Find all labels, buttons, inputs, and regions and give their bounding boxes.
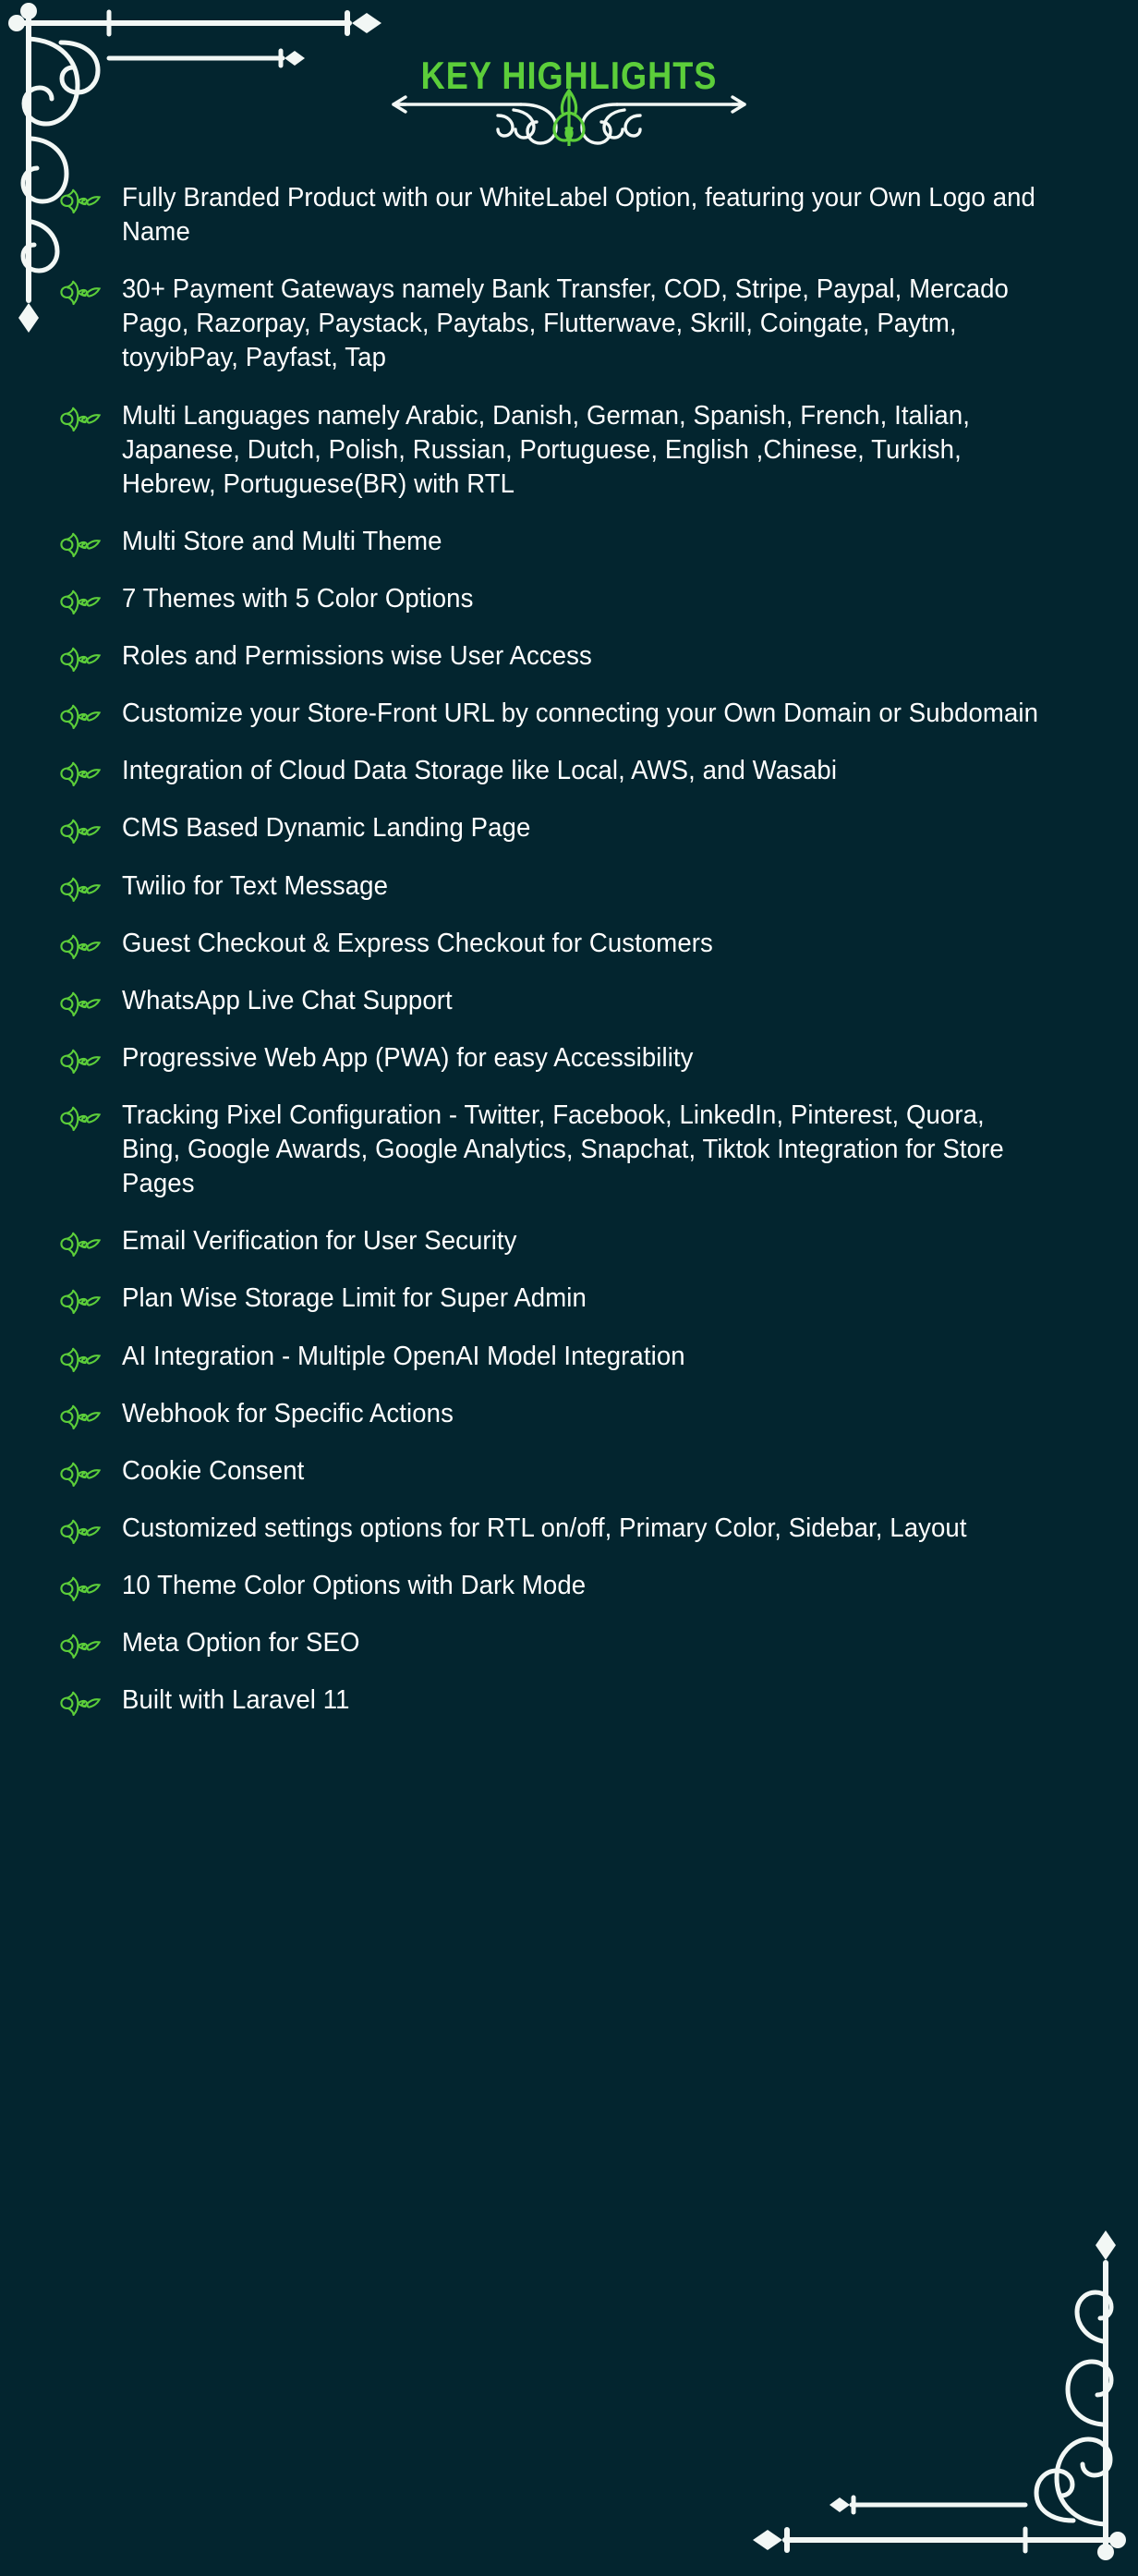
list-item: Built with Laravel 11: [0, 1683, 1138, 1718]
ornamental-flourish-bullet-icon: [59, 760, 102, 788]
ornamental-flourish-bullet-icon: [59, 876, 102, 904]
list-item-label: Customized settings options for RTL on/o…: [122, 1513, 967, 1543]
list-item-label: Guest Checkout & Express Checkout for Cu…: [122, 928, 713, 958]
list-item-label: Built with Laravel 11: [122, 1685, 350, 1716]
ornamental-flourish-bullet-icon: [59, 933, 102, 961]
list-item: 7 Themes with 5 Color Options: [0, 582, 1138, 616]
list-item: 30+ Payment Gateways namely Bank Transfe…: [0, 273, 1138, 375]
list-item: Guest Checkout & Express Checkout for Cu…: [0, 927, 1138, 961]
list-item: CMS Based Dynamic Landing Page: [0, 811, 1138, 845]
list-item: Customize your Store-Front URL by connec…: [0, 697, 1138, 731]
slide-header: KEY HIGHLIGHTS: [0, 0, 1138, 176]
list-item: Integration of Cloud Data Storage like L…: [0, 754, 1138, 788]
list-item: Meta Option for SEO: [0, 1626, 1138, 1660]
list-item-label: Customize your Store-Front URL by connec…: [122, 699, 1039, 729]
list-item-label: 7 Themes with 5 Color Options: [122, 583, 474, 614]
list-item-label: Multi Languages namely Arabic, Danish, G…: [122, 400, 970, 499]
ornamental-flourish-bullet-icon: [59, 703, 102, 731]
list-item-label: Roles and Permissions wise User Access: [122, 641, 592, 672]
list-item-label: Multi Store and Multi Theme: [122, 526, 442, 556]
list-item-label: Meta Option for SEO: [122, 1628, 360, 1659]
ornamental-flourish-bullet-icon: [59, 1690, 102, 1718]
list-item-label: Twilio for Text Message: [122, 870, 389, 901]
list-item: Plan Wise Storage Limit for Super Admin: [0, 1282, 1138, 1316]
list-item: Webhook for Specific Actions: [0, 1397, 1138, 1431]
ornamental-flourish-bullet-icon: [59, 1633, 102, 1660]
ornamental-flourish-bullet-icon: [59, 279, 102, 307]
ornamental-flourish-bullet-icon: [59, 818, 102, 845]
list-item-label: Email Verification for User Security: [122, 1226, 517, 1257]
list-item-label: AI Integration - Multiple OpenAI Model I…: [122, 1341, 685, 1371]
list-item-label: Integration of Cloud Data Storage like L…: [122, 756, 838, 786]
ornamental-fleur-divider-icon: [375, 85, 763, 148]
ornamental-flourish-bullet-icon: [59, 1105, 102, 1133]
highlights-list: Fully Branded Product with our WhiteLabe…: [0, 181, 1138, 1741]
ornamental-flourish-bullet-icon: [59, 1518, 102, 1546]
list-item: WhatsApp Live Chat Support: [0, 984, 1138, 1018]
ornamental-flourish-bullet-icon: [59, 646, 102, 674]
list-item: Customized settings options for RTL on/o…: [0, 1512, 1138, 1546]
list-item: Roles and Permissions wise User Access: [0, 639, 1138, 674]
ornamental-flourish-bullet-icon: [59, 1403, 102, 1431]
ornamental-flourish-bullet-icon: [59, 990, 102, 1018]
list-item-label: 10 Theme Color Options with Dark Mode: [122, 1570, 587, 1600]
list-item-label: Plan Wise Storage Limit for Super Admin: [122, 1283, 587, 1314]
ornamental-flourish-bullet-icon: [59, 1461, 102, 1488]
list-item: Progressive Web App (PWA) for easy Acces…: [0, 1041, 1138, 1075]
ornamental-flourish-bullet-icon: [59, 1346, 102, 1374]
ornamental-flourish-bullet-icon: [59, 406, 102, 433]
ornamental-flourish-bullet-icon: [59, 1288, 102, 1316]
list-item-label: WhatsApp Live Chat Support: [122, 985, 453, 1015]
ornamental-flourish-bullet-icon: [59, 1231, 102, 1258]
list-item: 10 Theme Color Options with Dark Mode: [0, 1569, 1138, 1603]
ornamental-flourish-bullet-icon: [59, 589, 102, 616]
key-highlights-slide: KEY HIGHLIGHTS Fully Branded Product wit…: [0, 0, 1138, 2576]
list-item: AI Integration - Multiple OpenAI Model I…: [0, 1340, 1138, 1374]
ornamental-flourish-bullet-icon: [59, 1048, 102, 1075]
list-item: Twilio for Text Message: [0, 869, 1138, 904]
list-item: Fully Branded Product with our WhiteLabe…: [0, 181, 1138, 249]
list-item: Tracking Pixel Configuration - Twitter, …: [0, 1099, 1138, 1201]
ornamental-flourish-bullet-icon: [59, 188, 102, 215]
list-item-label: Webhook for Specific Actions: [122, 1398, 454, 1428]
list-item-label: CMS Based Dynamic Landing Page: [122, 813, 531, 844]
list-item-label: Fully Branded Product with our WhiteLabe…: [122, 183, 1035, 248]
ornamental-flourish-bullet-icon: [59, 1575, 102, 1603]
ornamental-corner-flourish-icon-bottom: [741, 2193, 1129, 2563]
list-item-label: 30+ Payment Gateways namely Bank Transfe…: [122, 274, 1009, 373]
list-item: Cookie Consent: [0, 1454, 1138, 1488]
list-item: Multi Store and Multi Theme: [0, 525, 1138, 559]
ornamental-flourish-bullet-icon: [59, 531, 102, 559]
list-item-label: Cookie Consent: [122, 1455, 305, 1486]
list-item: Multi Languages namely Arabic, Danish, G…: [0, 399, 1138, 502]
list-item-label: Tracking Pixel Configuration - Twitter, …: [122, 1100, 1004, 1199]
list-item-label: Progressive Web App (PWA) for easy Acces…: [122, 1042, 694, 1073]
list-item: Email Verification for User Security: [0, 1224, 1138, 1258]
